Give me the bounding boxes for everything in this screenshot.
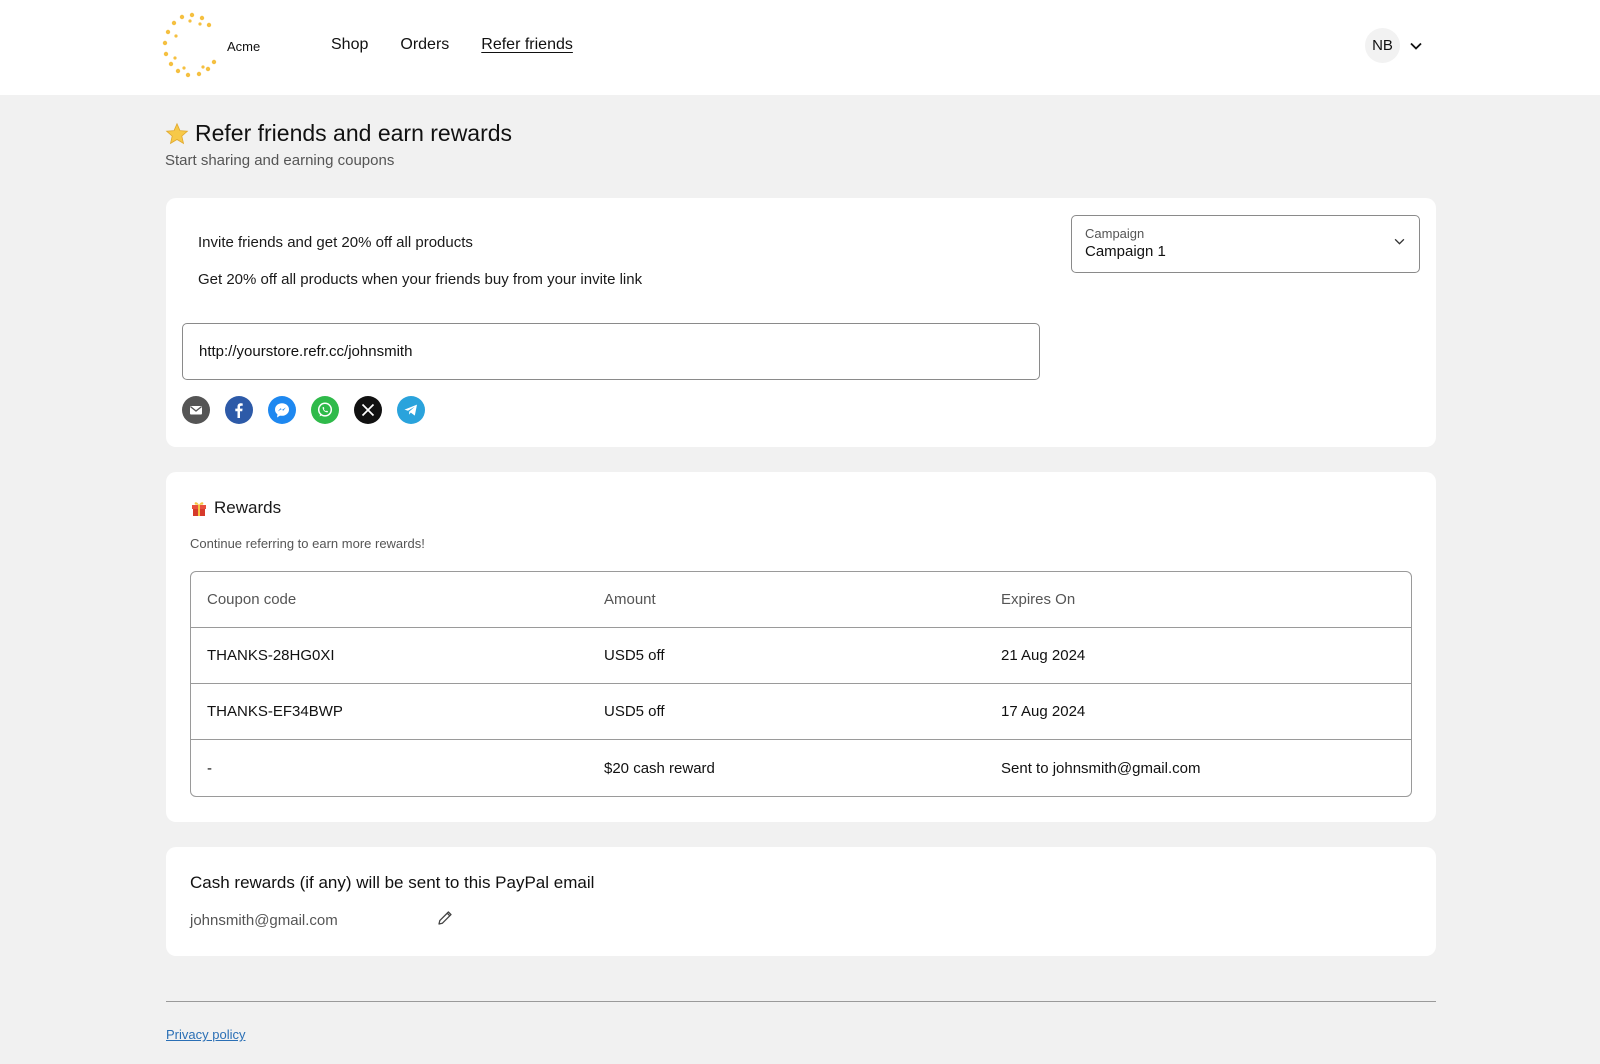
privacy-policy-link[interactable]: Privacy policy [166,1027,245,1042]
chevron-down-icon [1394,238,1405,245]
telegram-icon[interactable] [397,396,425,424]
rewards-subtitle: Continue referring to earn more rewards! [190,536,425,551]
column-header-amount: Amount [588,572,985,628]
star-icon [165,122,189,144]
email-icon[interactable] [182,396,210,424]
messenger-icon[interactable] [268,396,296,424]
table-row: THANKS-28HG0XI USD5 off 21 Aug 2024 [191,628,1411,684]
rewards-table: Coupon code Amount Expires On THANKS-28H… [190,571,1412,797]
x-icon[interactable] [354,396,382,424]
invite-title: Invite friends and get 20% off all produ… [198,234,473,251]
account-menu[interactable]: NB [1365,28,1422,63]
page-heading: Refer friends and earn rewards Start sha… [165,120,512,169]
column-header-coupon-code: Coupon code [191,572,588,628]
chevron-down-icon [1410,42,1422,50]
logo-dots-icon [162,12,217,78]
edit-email-button[interactable] [436,909,454,932]
coupon-code-cell: THANKS-EF34BWP [191,684,588,740]
whatsapp-icon[interactable] [311,396,339,424]
brand-logo[interactable]: Acme [162,12,272,82]
coupon-code-cell: - [207,759,212,777]
avatar: NB [1365,28,1400,63]
campaign-label: Campaign [1085,226,1145,241]
table-header-row: Coupon code Amount Expires On [191,572,1411,628]
invite-link-field[interactable] [182,323,1040,380]
expires-cell: 17 Aug 2024 [985,684,1411,740]
rewards-title: Rewards [214,498,282,517]
page-subtitle: Start sharing and earning coupons [165,152,395,169]
paypal-title: Cash rewards (if any) will be sent to th… [190,873,595,892]
amount-cell: USD5 off [588,684,985,740]
campaign-value: Campaign 1 [1085,243,1166,260]
page-title-row: Refer friends and earn rewards [165,120,512,147]
invite-description: Get 20% off all products when your frien… [198,271,643,288]
facebook-icon[interactable] [225,396,253,424]
share-buttons [182,396,425,424]
rewards-title-row: Rewards [190,498,281,518]
expires-cell: Sent to johnsmith@gmail.com [1001,759,1201,777]
nav-refer-friends[interactable]: Refer friends [481,36,573,54]
amount-cell: $20 cash reward [604,759,715,777]
expires-cell: 21 Aug 2024 [985,628,1411,684]
rewards-card: Rewards Continue referring to earn more … [166,472,1436,822]
campaign-select[interactable]: Campaign Campaign 1 [1071,215,1420,273]
paypal-card: Cash rewards (if any) will be sent to th… [166,847,1436,956]
gift-icon [192,502,206,516]
coupon-code-cell: THANKS-28HG0XI [191,628,588,684]
table-row: - $20 cash reward Sent to johnsmith@gmai… [191,740,1411,796]
invite-card: Invite friends and get 20% off all produ… [166,198,1436,447]
nav-shop[interactable]: Shop [331,36,368,54]
top-navigation-bar: Acme Shop Orders Refer friends NB [0,0,1600,95]
pencil-icon [438,911,452,925]
page-title: Refer friends and earn rewards [195,120,513,146]
nav-orders[interactable]: Orders [400,36,449,54]
brand-name: Acme [227,39,261,54]
amount-cell: USD5 off [588,628,985,684]
table-row: THANKS-EF34BWP USD5 off 17 Aug 2024 [191,684,1411,740]
main-nav: Shop Orders Refer friends [331,36,573,54]
footer-divider [166,1001,1436,1002]
column-header-expires-on: Expires On [985,572,1411,628]
paypal-email: johnsmith@gmail.com [190,912,338,929]
